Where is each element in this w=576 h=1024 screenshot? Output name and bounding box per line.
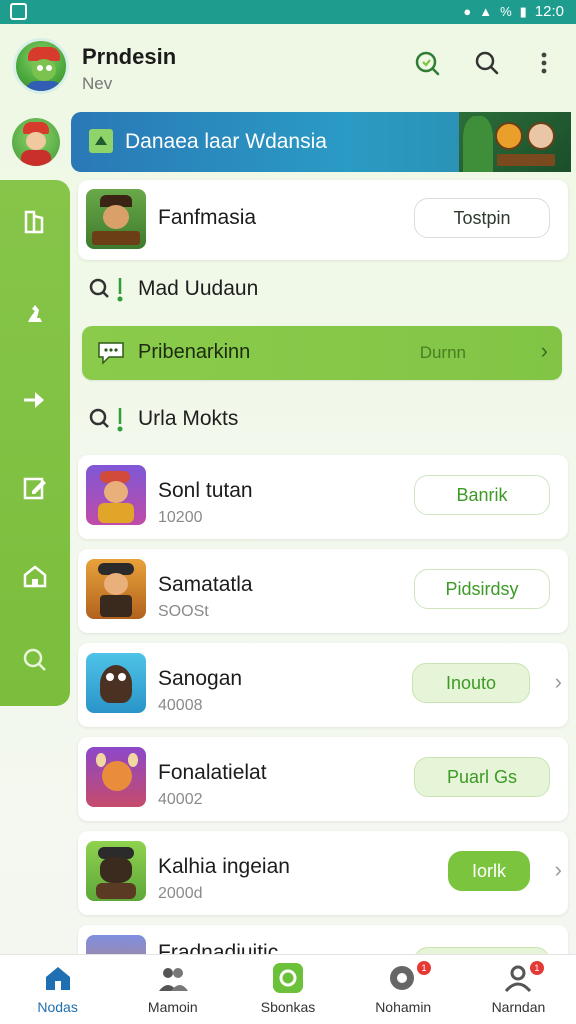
library-icon[interactable] [17, 204, 53, 240]
game-card[interactable]: Kalhia ingeian 2000d Iorlk › [78, 831, 568, 915]
page-title: Prndesin [82, 44, 177, 69]
notification-badge: 1 [417, 961, 432, 975]
section-header-2: Urla Mokts [86, 401, 238, 437]
app-notification-icon [10, 3, 27, 20]
game-title: Sonl tutan [158, 479, 253, 502]
highlight-bar[interactable]: Pribenarkinn Durnn › [82, 326, 562, 380]
game-title: Kalhia ingeian [158, 855, 290, 878]
highlight-value: Durnn [419, 343, 466, 362]
game-subtitle: 10200 [158, 509, 203, 526]
game-action-button[interactable]: Puarl Gs [414, 757, 550, 797]
chevron-right-icon: › [554, 857, 562, 882]
home-icon[interactable] [17, 558, 53, 594]
nav-label: Sbonkas [260, 999, 316, 1015]
chat-icon [390, 966, 415, 990]
nav-label: Nodas [37, 999, 78, 1015]
game-action-button[interactable]: Banrik [414, 475, 550, 515]
profile-avatar[interactable] [13, 38, 69, 94]
game-card[interactable]: Sanogan 40008 Inouto › [78, 643, 568, 727]
search-icon[interactable] [470, 46, 504, 80]
settings-icon[interactable] [17, 642, 53, 678]
more-vert-icon[interactable] [527, 46, 561, 80]
status-bar: ● ▲ % ▮ 12:0 [0, 0, 576, 24]
game-action-button[interactable]: Pidsirdsy [414, 569, 550, 609]
clock: 12:0 [534, 3, 564, 20]
nav-item-sbonkas[interactable]: Sbonkas [230, 955, 345, 1024]
game-card[interactable]: Fonalatielat 40002 Puarl Gs [78, 737, 568, 821]
banner-text: Danaea laar Wdansia [125, 130, 327, 153]
nav-item-narndan[interactable]: 1 Narndan [461, 955, 576, 1024]
chess-icon[interactable] [17, 294, 53, 330]
highlight-label: Pribenarkinn [138, 341, 251, 363]
forward-icon[interactable] [17, 382, 53, 418]
game-subtitle: 2000d [158, 885, 203, 902]
search-pin-icon [89, 278, 123, 302]
notification-badge: 1 [529, 961, 544, 975]
chevron-right-icon: › [554, 669, 562, 694]
featured-card[interactable]: Fanfmasia Tostpin [78, 180, 568, 260]
wifi-icon: ● [463, 4, 472, 19]
game-subtitle: 40002 [158, 791, 203, 808]
nav-item-nodas[interactable]: Nodas [0, 955, 115, 1024]
featured-thumbnail [86, 189, 146, 249]
game-subtitle: SOOSt [158, 603, 209, 620]
promo-banner[interactable]: Danaea laar Wdansia [71, 112, 571, 172]
chat-bubble-icon [98, 342, 124, 365]
side-rail [0, 180, 70, 706]
people-icon [158, 968, 188, 991]
nav-label: Narndan [491, 999, 546, 1015]
nav-label: Nohamin [375, 999, 432, 1015]
bottom-navigation: Nodas Mamoin Sbonkas 1 Nohamin 1 Narndan [0, 954, 576, 1024]
search-pin-icon [89, 408, 123, 432]
game-action-button[interactable]: Iorlk [448, 851, 530, 891]
game-title: Fonalatielat [158, 761, 267, 784]
signal-icon: ▲ [479, 4, 493, 19]
home-icon [45, 967, 70, 990]
section-1-label: Mad Uudaun [138, 277, 259, 300]
banner-artwork [459, 112, 571, 172]
game-action-button[interactable]: Inouto [412, 663, 530, 703]
game-title: Sanogan [158, 667, 243, 690]
refresh-search-icon[interactable] [410, 46, 444, 80]
section-2-label: Urla Mokts [138, 407, 239, 430]
section-header-1: Mad Uudaun [86, 271, 258, 307]
signal-text: % [500, 4, 512, 19]
nav-item-nohamin[interactable]: 1 Nohamin [346, 955, 461, 1024]
user-mini-avatar[interactable] [12, 118, 60, 166]
app-header: Prndesin Nev [0, 24, 576, 110]
banner-icon [89, 129, 113, 153]
featured-button[interactable]: Tostpin [414, 198, 550, 238]
game-title: Samatatla [158, 573, 253, 596]
game-card[interactable]: Sonl tutan 10200 Banrik [78, 455, 568, 539]
battery-icon: ▮ [519, 3, 527, 19]
green-circle-icon [273, 963, 303, 993]
nav-item-mamoin[interactable]: Mamoin [115, 955, 230, 1024]
game-thumbnail [86, 465, 146, 525]
status-icons: ● ▲ % ▮ 12:0 [463, 3, 564, 20]
game-thumbnail [86, 841, 146, 901]
featured-title: Fanfmasia [158, 206, 257, 229]
page-subtitle: Nev [82, 74, 113, 93]
game-thumbnail [86, 747, 146, 807]
edit-icon[interactable] [17, 470, 53, 506]
game-subtitle: 40008 [158, 697, 203, 714]
game-thumbnail [86, 653, 146, 713]
nav-label: Mamoin [147, 999, 198, 1015]
chevron-right-icon: › [540, 338, 548, 363]
game-card[interactable]: Samatatla SOOSt Pidsirdsy [78, 549, 568, 633]
game-thumbnail [86, 559, 146, 619]
